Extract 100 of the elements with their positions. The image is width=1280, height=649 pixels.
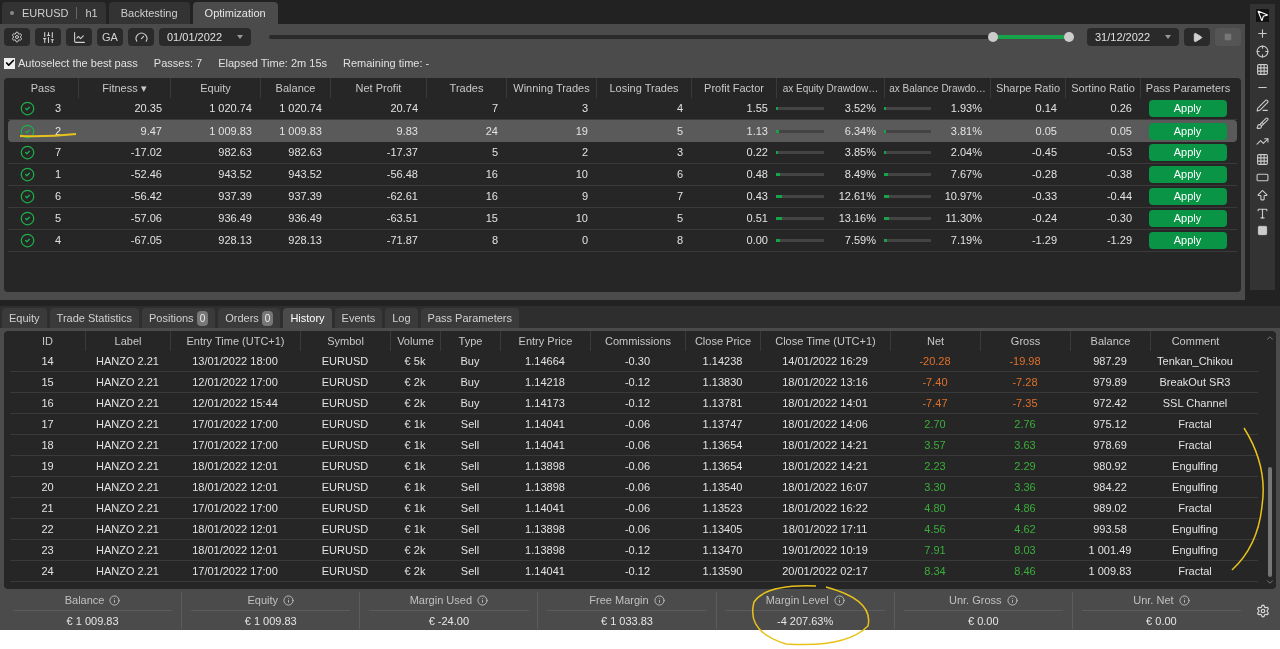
column-header[interactable]: Symbol	[327, 332, 364, 350]
square-icon[interactable]	[1257, 225, 1268, 236]
tab[interactable]: Equity	[2, 308, 47, 328]
column-header[interactable]: Fitness ▾	[102, 79, 147, 97]
apply-button[interactable]: Apply	[1148, 232, 1227, 249]
settings-button[interactable]	[4, 28, 30, 46]
cursor-icon[interactable]	[1256, 9, 1269, 22]
column-header[interactable]: Equity	[200, 79, 231, 97]
pass-row[interactable]: 2 9.47 1 009.83 1 009.83 9.83 24 19 5 1.13 6.34% 3.81% 0.05 0.05 Apply	[8, 120, 1237, 142]
table-cell-text: 1 020.74	[278, 101, 323, 117]
arrow-up-icon[interactable]	[1256, 189, 1269, 202]
tab[interactable]: Trade Statistics	[49, 308, 139, 328]
column-header[interactable]: Losing Trades	[609, 79, 679, 97]
dropdown-caret-icon	[237, 35, 243, 39]
checkbox-label[interactable]: Autoselect the best pass	[18, 54, 138, 72]
column-header[interactable]: Net Profit	[355, 79, 402, 97]
column-header[interactable]: Comment	[1171, 332, 1220, 350]
column-header[interactable]: Type	[458, 332, 483, 350]
tab[interactable]: Orders 0	[218, 308, 281, 328]
column-header[interactable]: Sortino Ratio	[1071, 79, 1135, 97]
column-header[interactable]: Winning Trades	[513, 79, 590, 97]
table-cell: 8.46	[1014, 564, 1036, 577]
brush-icon[interactable]	[1256, 117, 1269, 130]
apply-button[interactable]: Apply	[1148, 122, 1227, 140]
column-header[interactable]: Close Time (UTC+1)	[775, 332, 876, 350]
rectangle-icon[interactable]	[1256, 171, 1269, 184]
pass-row[interactable]: 4 -67.05 928.13 928.13 -71.87 8 0 8 0.00 7.59% 7.19% -1.29 -1.29 Apply	[8, 230, 1237, 252]
column-header[interactable]: Profit Factor	[704, 79, 764, 97]
chart-button[interactable]	[66, 28, 92, 46]
column-header[interactable]: Commissions	[605, 332, 671, 350]
column-header[interactable]: Gross	[1010, 332, 1041, 350]
dotted-grid-icon[interactable]	[1256, 153, 1269, 166]
play-button[interactable]	[1184, 28, 1210, 46]
column-header[interactable]: ax Balance Drawdo…	[889, 80, 986, 96]
table-cell-text: -1.29	[1105, 233, 1133, 249]
settings-icon[interactable]	[1256, 603, 1270, 618]
crosshair-icon[interactable]	[1256, 27, 1269, 40]
column-header[interactable]: ID	[42, 332, 53, 350]
info-icon[interactable]	[1178, 594, 1190, 606]
column-header[interactable]: Volume	[397, 332, 434, 350]
table-cell: 979.89	[1093, 375, 1127, 388]
column-header[interactable]: Pass	[30, 79, 56, 97]
end-date-field[interactable]: 31/12/2022	[1087, 28, 1179, 46]
table-cell: 4.80	[924, 501, 946, 514]
text-tool-icon[interactable]	[1256, 207, 1269, 220]
slider-thumb[interactable]	[988, 32, 998, 42]
column-header[interactable]: Close Price	[694, 332, 752, 350]
column-header[interactable]: Sharpe Ratio	[995, 79, 1061, 97]
pass-row[interactable]: 6 -56.42 937.39 937.39 -62.61 16 9 7 0.43 12.61% 10.97% -0.33 -0.44 Apply	[8, 186, 1237, 208]
column-header[interactable]: Label	[114, 332, 142, 350]
sliders-button[interactable]	[35, 28, 61, 46]
apply-button[interactable]: Apply	[1148, 166, 1227, 183]
tab[interactable]: History	[283, 308, 332, 328]
info-icon[interactable]	[833, 594, 845, 606]
column-header[interactable]: Entry Price	[518, 332, 573, 350]
column-header[interactable]: Balance	[1090, 332, 1131, 350]
pass-row[interactable]: 5 -57.06 936.49 936.49 -63.51 15 10 5 0.51 13.16% 11.30% -0.24 -0.30 Apply	[8, 208, 1237, 230]
summary-label: Equity	[247, 593, 278, 608]
table-cell: € 1k	[404, 459, 426, 472]
tab[interactable]: Optimization	[192, 2, 278, 24]
info-icon[interactable]	[283, 594, 294, 606]
table-cell-text: 10	[574, 211, 589, 227]
column-header[interactable]: Balance	[275, 79, 316, 97]
info-icon[interactable]	[1006, 594, 1018, 606]
checkbox[interactable]	[4, 57, 15, 69]
symbol-tab[interactable]: EURUSD h1	[2, 2, 106, 24]
table-cell: 978.69	[1093, 438, 1127, 451]
column-header[interactable]: Pass Parameters	[1145, 79, 1231, 97]
column-header[interactable]: Net	[926, 332, 945, 350]
column-header[interactable]: Entry Time (UTC+1)	[186, 332, 285, 350]
gauge-button[interactable]	[128, 28, 154, 46]
start-date-field[interactable]: 01/01/2022	[159, 28, 251, 46]
apply-button[interactable]: Apply	[1148, 100, 1227, 117]
scroll-down-icon[interactable]	[1265, 577, 1275, 587]
table-cell-text: 0.26	[1109, 101, 1133, 117]
pass-row[interactable]: 1 -52.46 943.52 943.52 -56.48 16 10 6 0.48 8.49% 7.67% -0.28 -0.38 Apply	[8, 164, 1237, 186]
pass-row[interactable]: 7 -17.02 982.63 982.63 -17.37 5 2 3 0.22 3.85% 2.04% -0.45 -0.53 Apply	[8, 142, 1237, 164]
tab[interactable]: Backtesting	[108, 2, 190, 24]
tab[interactable]: Pass Parameters	[420, 308, 519, 328]
table-cell: 1.14041	[525, 564, 565, 577]
apply-button[interactable]: Apply	[1148, 210, 1227, 227]
target-icon[interactable]	[1256, 45, 1269, 58]
info-icon[interactable]	[109, 594, 121, 606]
apply-button[interactable]: Apply	[1148, 188, 1227, 205]
scroll-up-icon[interactable]	[1265, 333, 1275, 343]
tab[interactable]: Events	[334, 308, 383, 328]
table-cell: -0.12	[624, 375, 651, 388]
slider-thumb[interactable]	[1064, 32, 1074, 42]
grid-icon[interactable]	[1256, 63, 1269, 76]
info-icon[interactable]	[477, 594, 489, 606]
tab[interactable]: Positions 0	[142, 308, 216, 328]
pen-icon[interactable]	[1256, 99, 1269, 112]
trend-line-icon[interactable]	[1256, 135, 1269, 148]
info-icon[interactable]	[653, 594, 665, 606]
ga-button[interactable]: GA	[97, 28, 123, 46]
tab[interactable]: Log	[385, 308, 418, 328]
apply-button[interactable]: Apply	[1148, 144, 1227, 161]
table-cell-text: 7.59%	[843, 233, 876, 249]
column-header[interactable]: ax Equity Drawdow…	[782, 80, 879, 96]
column-header[interactable]: Trades	[449, 79, 484, 97]
